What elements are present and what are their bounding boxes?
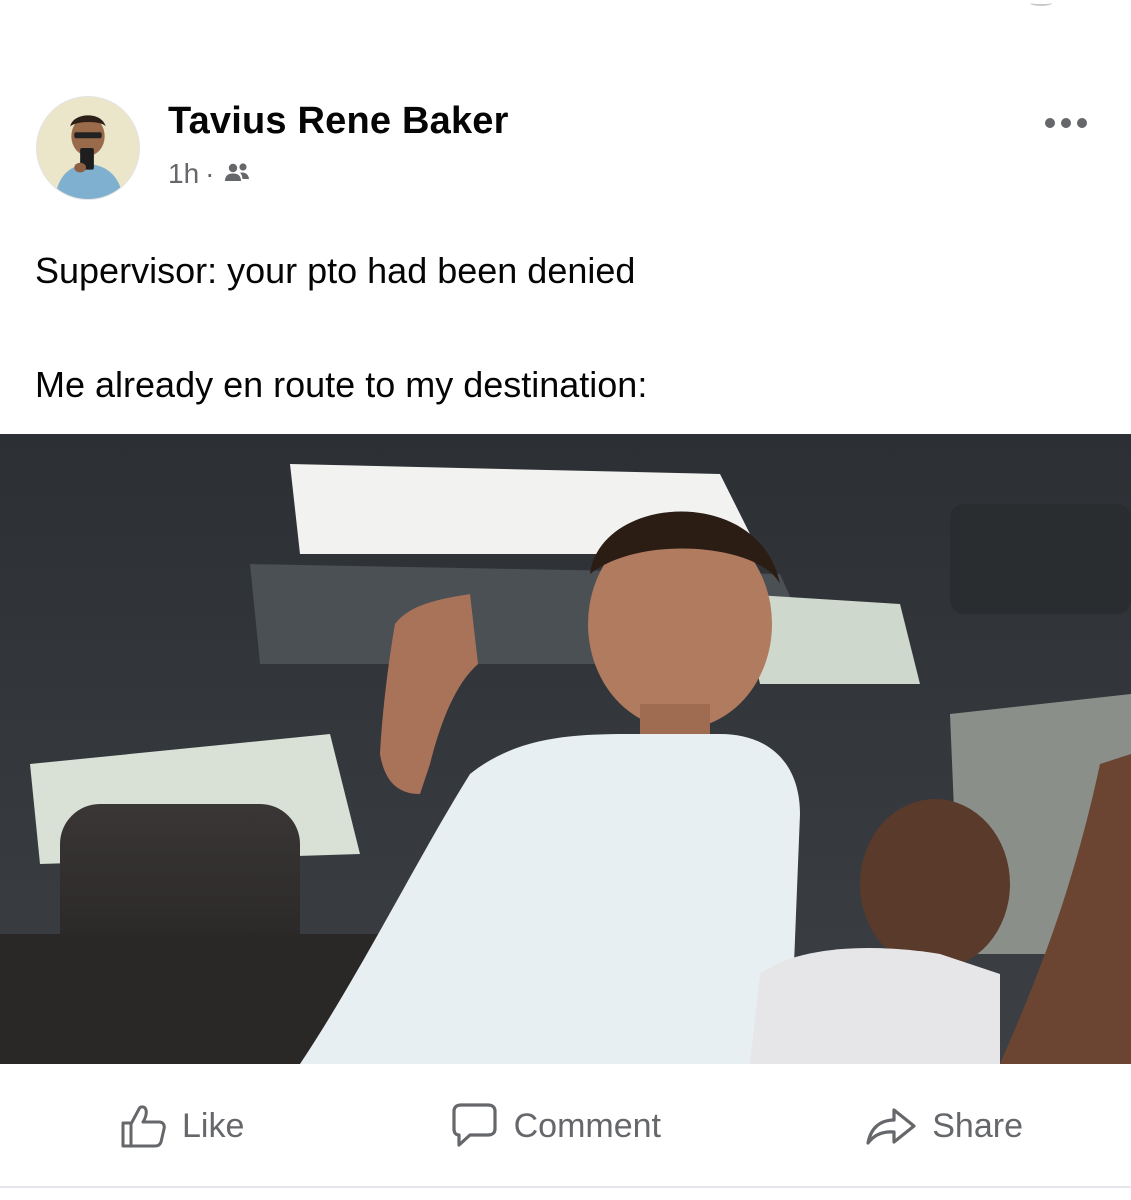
more-dot [1061,118,1071,128]
post-text: Supervisor: your pto had been denied Me … [35,250,1095,406]
speech-bubble-icon [452,1103,497,1147]
bottom-divider [0,1186,1131,1188]
post-photo[interactable] [0,434,1131,1064]
meta-separator: · [205,158,215,189]
post-actions: Like Comment Share [0,1064,1131,1188]
friends-icon [222,161,252,187]
avatar-image [37,97,139,199]
post-timestamp[interactable]: 1h [168,158,199,190]
photo-car-interior [0,434,1131,1064]
more-options-icon[interactable] [1036,110,1096,136]
like-label: Like [182,1106,245,1145]
avatar[interactable] [36,96,140,200]
comment-button[interactable]: Comment [448,1101,661,1151]
post-header: Tavius Rene Baker 1h · [36,96,1096,206]
post-text-line: Me already en route to my destination: [35,364,648,405]
thumbs-up-icon [121,1105,166,1148]
more-dot [1077,118,1087,128]
share-label: Share [932,1106,1023,1145]
author-name[interactable]: Tavius Rene Baker [168,100,509,143]
post-meta: 1h · [168,158,252,190]
comment-label: Comment [513,1106,661,1145]
more-dot [1045,118,1055,128]
share-arrow-icon [866,1108,916,1145]
like-button[interactable]: Like [118,1101,244,1151]
post-text-line: Supervisor: your pto had been denied [35,250,636,291]
top-edge-fragment [1030,0,1052,6]
share-button[interactable]: Share [864,1101,1023,1151]
